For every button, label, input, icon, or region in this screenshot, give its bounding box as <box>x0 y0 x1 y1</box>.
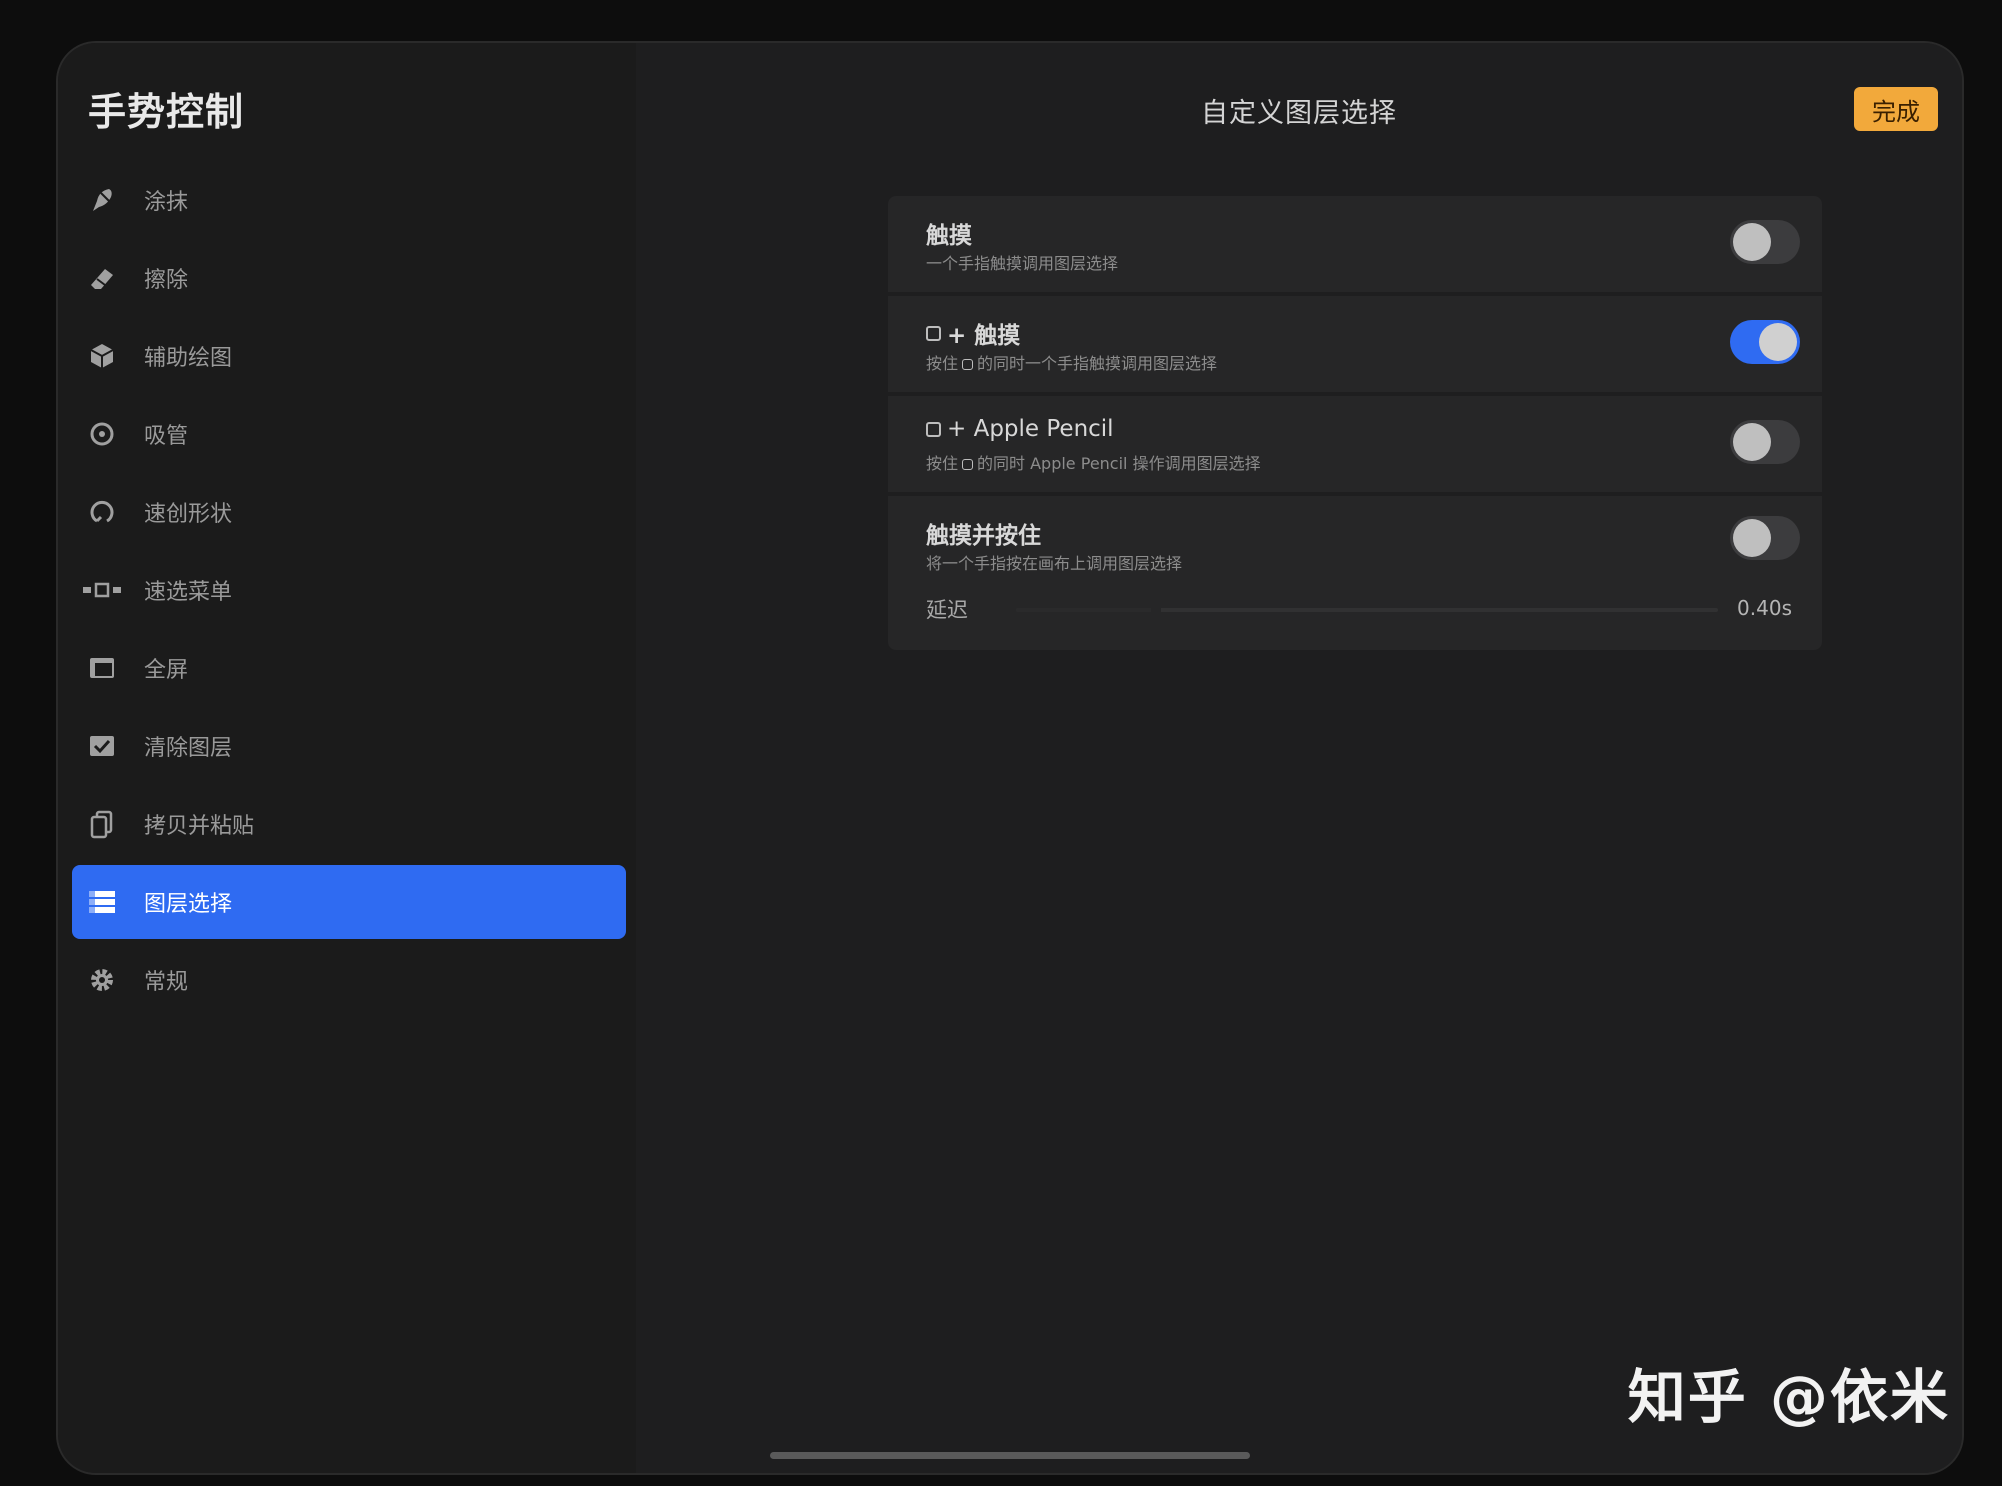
sidebar-item-label: 清除图层 <box>144 736 233 761</box>
sidebar-item-smudge[interactable]: 涂抹 <box>72 161 626 239</box>
setting-row-modifier-pencil: + Apple Pencil 按住 的同时 Apple Pencil 操作调用图层… <box>888 396 1822 492</box>
sidebar-item-fullscreen[interactable]: 全屏 <box>72 629 626 707</box>
sidebar-title: 手势控制 <box>88 90 245 134</box>
delay-slider-thumb[interactable] <box>1151 606 1162 614</box>
setting-title: + Apple Pencil <box>947 416 1114 442</box>
sidebar-item-label: 涂抹 <box>144 190 189 215</box>
sidebar-item-label: 吸管 <box>144 424 189 449</box>
sidebar-item-label: 速选菜单 <box>144 580 233 605</box>
sidebar-item-clear-layer[interactable]: 清除图层 <box>72 707 626 785</box>
sidebar-item-label: 全屏 <box>144 658 189 683</box>
setting-subtitle: 一个手指触摸调用图层选择 <box>926 254 1119 273</box>
sidebar-item-eyedropper[interactable]: 吸管 <box>72 395 626 473</box>
sidebar-item-label: 辅助绘图 <box>144 346 233 371</box>
toggle-knob <box>1733 223 1771 261</box>
drawing-guide-icon <box>72 341 132 371</box>
settings-card: 触摸 一个手指触摸调用图层选择 + 触摸 按住 的同时一个手指触摸调用图层选择 +… <box>888 196 1822 654</box>
toggle-knob <box>1733 423 1771 461</box>
quickshape-icon <box>72 497 132 527</box>
sidebar-item-label: 拷贝并粘贴 <box>144 814 255 839</box>
done-button[interactable]: 完成 <box>1854 87 1938 131</box>
fullscreen-icon <box>72 653 132 683</box>
layer-select-icon <box>72 887 132 917</box>
delay-label: 延迟 <box>926 598 968 622</box>
sidebar-item-label: 速创形状 <box>144 502 233 527</box>
toggle-knob <box>1759 323 1797 361</box>
sidebar-item-general[interactable]: 常规 <box>72 941 626 1019</box>
setting-subtitle-wrap: 按住 的同时一个手指触摸调用图层选择 <box>926 350 1217 374</box>
setting-row-touch-hold: 触摸并按住 将一个手指按在画布上调用图层选择 延迟 0.40s <box>888 496 1822 650</box>
modifier-touch-toggle[interactable] <box>1730 320 1800 364</box>
setting-subtitle-pre: 按住 <box>926 354 959 373</box>
gear-icon <box>72 965 132 995</box>
setting-title: 触摸 <box>926 223 972 249</box>
page-title: 自定义图层选择 <box>1201 98 1397 129</box>
eyedropper-icon <box>72 419 132 449</box>
clear-layer-icon <box>72 731 132 761</box>
modifier-square-icon <box>962 459 974 470</box>
setting-subtitle: 将一个手指按在画布上调用图层选择 <box>926 554 1183 573</box>
home-indicator[interactable] <box>770 1452 1250 1459</box>
setting-title: + 触摸 <box>947 323 1021 349</box>
copy-paste-icon <box>72 809 132 839</box>
setting-subtitle-pre: 按住 <box>926 454 959 473</box>
delay-slider-fill <box>1016 608 1157 612</box>
sidebar: 手势控制 涂抹 擦除 辅助绘图 吸管 速创形状 速选菜单 全屏 清除图层 拷贝并… <box>58 43 636 1473</box>
app-window: 手势控制 涂抹 擦除 辅助绘图 吸管 速创形状 速选菜单 全屏 清除图层 拷贝并… <box>58 43 1962 1473</box>
setting-title-wrap: + 触摸 <box>926 316 1020 350</box>
sidebar-item-erase[interactable]: 擦除 <box>72 239 626 317</box>
setting-row-modifier-touch: + 触摸 按住 的同时一个手指触摸调用图层选择 <box>888 296 1822 392</box>
setting-subtitle-wrap: 按住 的同时 Apple Pencil 操作调用图层选择 <box>926 450 1261 474</box>
touch-toggle[interactable] <box>1730 220 1800 264</box>
setting-title-wrap: + Apple Pencil <box>926 416 1114 442</box>
sidebar-item-quickshape[interactable]: 速创形状 <box>72 473 626 551</box>
sidebar-item-layer-select[interactable]: 图层选择 <box>72 865 626 939</box>
modifier-square-icon <box>926 325 941 341</box>
toggle-knob <box>1733 519 1771 557</box>
setting-row-touch: 触摸 一个手指触摸调用图层选择 <box>888 196 1822 292</box>
delay-slider[interactable] <box>1016 606 1718 614</box>
sidebar-item-label: 图层选择 <box>144 892 233 917</box>
sidebar-item-label: 常规 <box>144 970 189 995</box>
eraser-icon <box>72 263 132 293</box>
setting-subtitle-post: 的同时一个手指触摸调用图层选择 <box>977 354 1218 373</box>
sidebar-item-label: 擦除 <box>144 268 189 293</box>
setting-subtitle-post: 的同时 Apple Pencil 操作调用图层选择 <box>977 454 1261 473</box>
sidebar-item-drawing-guide[interactable]: 辅助绘图 <box>72 317 626 395</box>
delay-row: 延迟 0.40s <box>926 594 1792 624</box>
quickmenu-icon <box>72 575 132 605</box>
sidebar-item-copy-paste[interactable]: 拷贝并粘贴 <box>72 785 626 863</box>
modifier-square-icon <box>926 421 941 437</box>
setting-title: 触摸并按住 <box>926 523 1041 549</box>
modifier-square-icon <box>962 359 974 370</box>
delay-value: 0.40s <box>1737 596 1792 620</box>
sidebar-item-quickmenu[interactable]: 速选菜单 <box>72 551 626 629</box>
main-panel: 自定义图层选择 完成 触摸 一个手指触摸调用图层选择 + 触摸 按住 的同时一个手… <box>636 43 1962 1473</box>
watermark: 知乎 @依米 <box>1627 1363 1950 1431</box>
sidebar-menu: 涂抹 擦除 辅助绘图 吸管 速创形状 速选菜单 全屏 清除图层 拷贝并粘贴 图层… <box>72 161 626 1019</box>
modifier-pencil-toggle[interactable] <box>1730 420 1800 464</box>
touch-hold-toggle[interactable] <box>1730 516 1800 560</box>
smudge-icon <box>72 185 132 215</box>
